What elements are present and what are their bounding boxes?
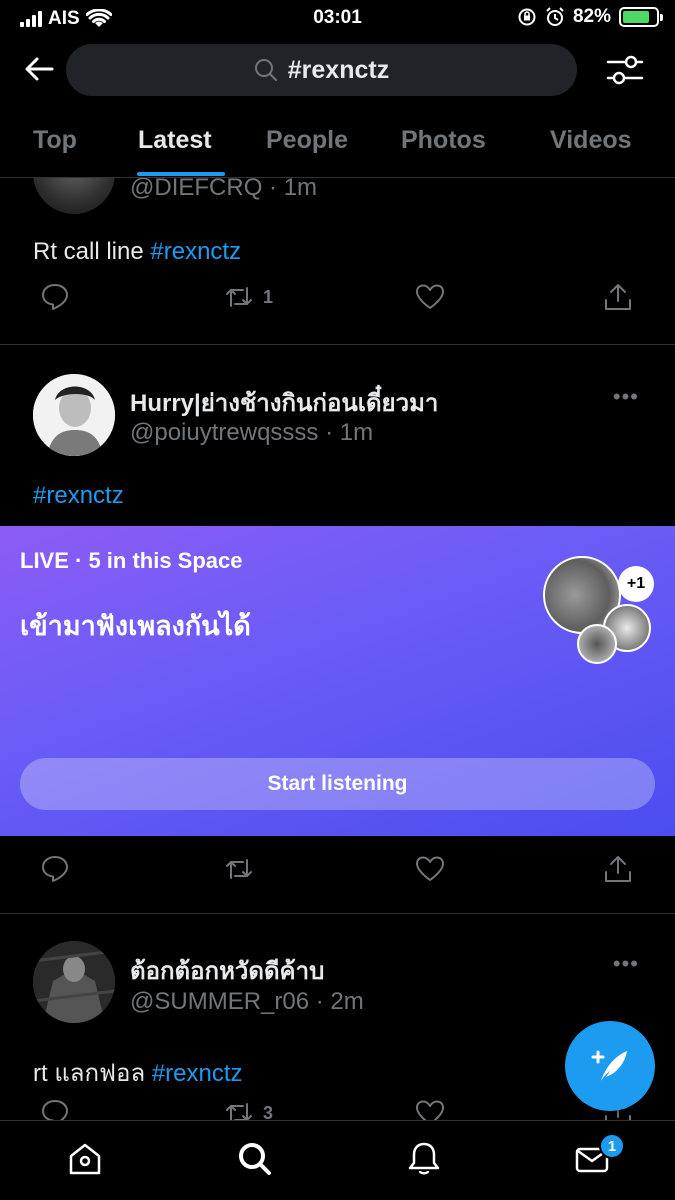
tweet-text-body: rt แลกฟอล — [33, 1060, 152, 1087]
share-icon — [605, 284, 631, 310]
hashtag-link[interactable]: #rexnctz — [33, 482, 124, 509]
retweet-count: 3 — [263, 1102, 274, 1121]
tab-people[interactable]: People — [266, 126, 348, 155]
hashtag-link[interactable]: #rexnctz — [150, 238, 241, 265]
tweet-handle[interactable]: @SUMMER_r06 · 2m — [130, 988, 364, 1016]
compose-tweet-button[interactable] — [565, 1021, 655, 1111]
reply-icon — [42, 284, 68, 310]
avatar-image — [33, 941, 115, 1023]
avatar[interactable] — [33, 178, 115, 214]
retweet-button[interactable] — [223, 853, 255, 885]
retweet-button[interactable]: 1 — [223, 281, 273, 313]
messages-unread-badge: 1 — [599, 1133, 625, 1159]
retweet-icon — [226, 859, 252, 879]
tweet-actions: 1 — [0, 281, 675, 321]
more-options-icon[interactable]: ••• — [613, 384, 639, 410]
home-icon[interactable] — [65, 1139, 105, 1179]
more-options-icon[interactable]: ••• — [613, 951, 639, 977]
hashtag-link[interactable]: #rexnctz — [152, 1060, 243, 1087]
tweet-handle[interactable]: @poiuytrewqssss · 1m — [130, 419, 373, 447]
timeline-feed: @DIEFCRQ · 1m Rt call line #rexnctz 1 Hu… — [0, 178, 675, 1120]
alarm-icon — [546, 7, 564, 26]
reply-button[interactable] — [39, 853, 71, 885]
retweet-count: 1 — [263, 286, 274, 307]
space-title: เข้ามาฟังเพลงกันได้ — [20, 611, 251, 641]
reply-icon — [42, 856, 68, 882]
notifications-icon[interactable] — [404, 1139, 444, 1179]
avatar-image — [33, 374, 115, 456]
active-tab-indicator — [137, 172, 225, 176]
bottom-navigation — [0, 1120, 675, 1200]
like-button[interactable] — [414, 853, 446, 885]
tweet-text-body: Rt call line — [33, 238, 151, 265]
orientation-lock-icon — [518, 8, 536, 26]
tab-top[interactable]: Top — [33, 126, 77, 155]
search-icon — [254, 59, 277, 81]
back-arrow-icon[interactable] — [22, 52, 56, 86]
retweet-icon — [226, 1103, 252, 1120]
heart-icon — [416, 1100, 444, 1120]
tab-photos[interactable]: Photos — [401, 126, 486, 155]
space-card[interactable]: LIVE · 5 in this Space เข้ามาฟังเพลงกันไ… — [0, 526, 675, 836]
tweet-text: rt แลกฟอล #rexnctz — [33, 1053, 243, 1092]
status-right: 82% — [517, 6, 663, 28]
reply-button[interactable] — [39, 1097, 71, 1120]
search-icon[interactable] — [235, 1139, 275, 1179]
tweet-handle[interactable]: @DIEFCRQ · 1m — [130, 178, 317, 202]
tweet-text: #rexnctz — [33, 482, 124, 510]
tweet-display-name[interactable]: Hurry|ย่างช้างกินก่อนเดี๋ยวมา — [130, 383, 438, 422]
search-settings-icon[interactable] — [605, 50, 645, 90]
search-tabs: Top Latest People Photos Videos — [0, 112, 675, 178]
battery-level — [623, 11, 650, 23]
search-header: #rexnctz — [0, 36, 675, 102]
retweet-button[interactable]: 3 — [223, 1097, 273, 1120]
battery-percent: 82% — [572, 6, 611, 27]
like-button[interactable] — [414, 281, 446, 313]
avatar[interactable] — [33, 941, 115, 1023]
tweet-actions: 3 — [0, 1097, 675, 1120]
space-extra-count: +1 — [618, 566, 654, 602]
reply-icon — [42, 1100, 68, 1120]
space-speaker-avatar — [577, 624, 617, 664]
start-listening-button[interactable]: Start listening — [20, 758, 655, 810]
tab-videos[interactable]: Videos — [550, 126, 632, 155]
status-bar: AIS 03:01 82% — [0, 0, 675, 36]
tweet[interactable]: @DIEFCRQ · 1m Rt call line #rexnctz 1 — [0, 178, 675, 345]
like-button[interactable] — [414, 1097, 446, 1120]
avatar[interactable] — [33, 374, 115, 456]
share-button[interactable] — [602, 281, 634, 313]
battery-icon — [619, 7, 663, 27]
reply-button[interactable] — [39, 281, 71, 313]
space-live-label: LIVE · 5 in this Space — [20, 548, 243, 573]
compose-feather-icon — [591, 1050, 627, 1081]
tweet-display-name[interactable]: ต้อกต้อกหวัดดีค้าบ — [130, 951, 324, 990]
heart-icon — [416, 856, 444, 881]
search-input[interactable]: #rexnctz — [66, 44, 577, 96]
tweet-actions — [0, 853, 675, 893]
share-button[interactable] — [602, 853, 634, 885]
search-query: #rexnctz — [287, 55, 390, 84]
tweet[interactable]: Hurry|ย่างช้างกินก่อนเดี๋ยวมา @poiuytrew… — [0, 346, 675, 914]
tweet-text: Rt call line #rexnctz — [33, 238, 241, 266]
tab-latest[interactable]: Latest — [138, 126, 212, 155]
share-icon — [605, 856, 631, 882]
retweet-icon — [226, 287, 252, 307]
heart-icon — [416, 284, 444, 309]
